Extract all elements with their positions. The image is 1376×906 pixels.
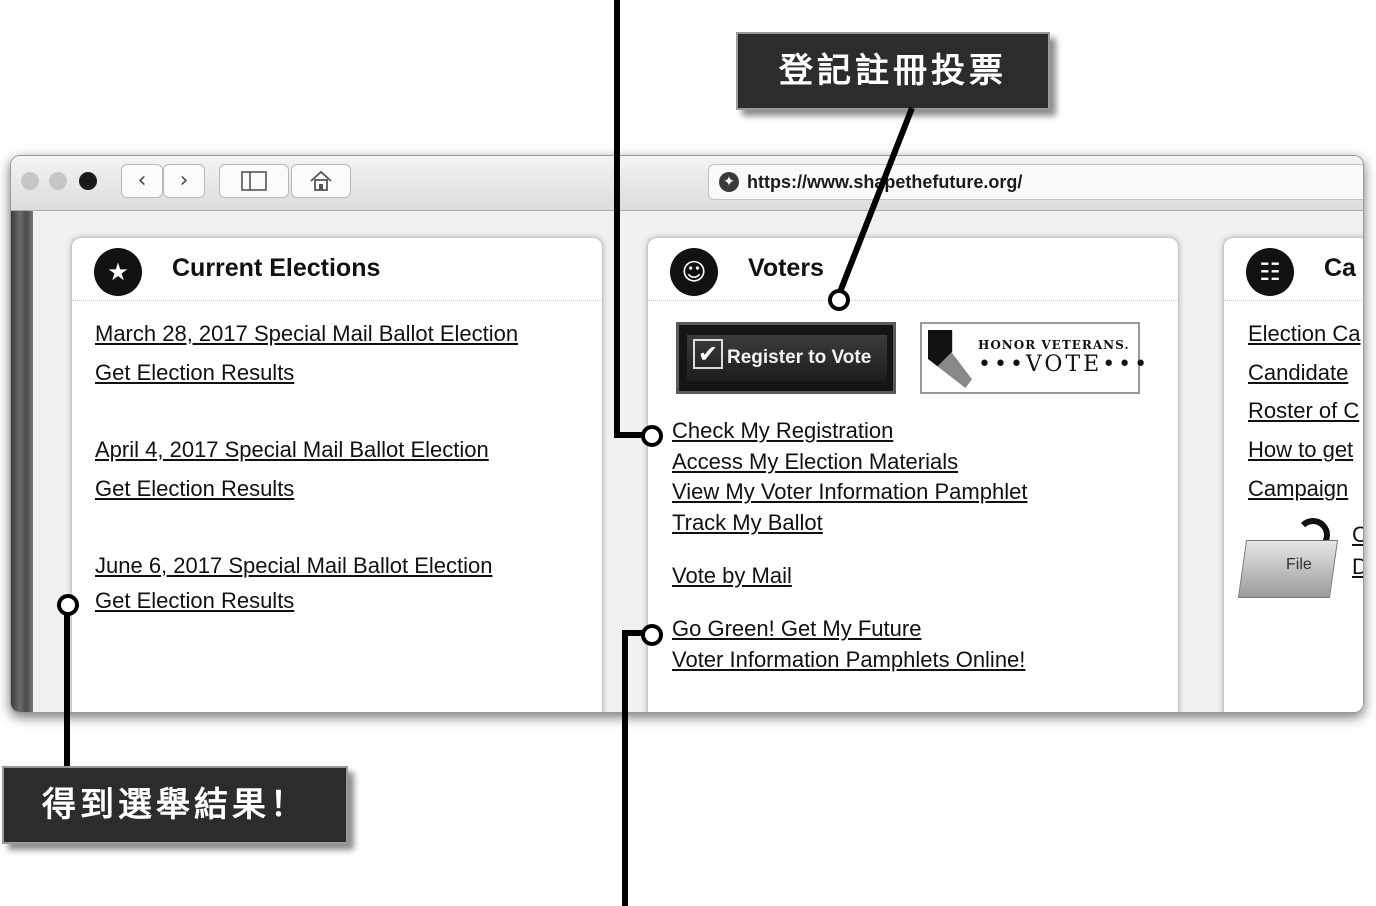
election-link-march[interactable]: March 28, 2017 Special Mail Ballot Elect… (95, 321, 518, 347)
election-materials-link[interactable]: Access My Election Materials (672, 449, 958, 475)
card-title: Ca (1324, 254, 1356, 282)
candidate-link-2[interactable]: Candidate (1248, 360, 1348, 386)
file-folder-icon[interactable]: File (1237, 518, 1339, 598)
flag-state-icon (928, 330, 972, 388)
election-link-june[interactable]: June 6, 2017 Special Mail Ballot Electio… (95, 553, 492, 579)
web-page: ★ Current Elections March 28, 2017 Speci… (11, 211, 1363, 712)
callout-pin (828, 289, 850, 311)
callout-pin (641, 624, 663, 646)
site-globe-icon: ✦ (719, 172, 739, 192)
connector-line (622, 630, 628, 906)
election-link-april[interactable]: April 4, 2017 Special Mail Ballot Electi… (95, 437, 489, 463)
candidate-link-4[interactable]: How to get (1248, 437, 1353, 463)
callout-pin (57, 594, 79, 616)
register-callout: 登記註冊投票 (736, 32, 1050, 110)
home-icon (310, 170, 332, 191)
track-ballot-link[interactable]: Track My Ballot (672, 510, 823, 536)
address-bar[interactable]: ✦ https://www.shapethefuture.org/ (708, 164, 1363, 200)
register-badge-label: Register to Vote (727, 347, 872, 368)
sidebar-icon (241, 171, 267, 191)
checkmark-icon: ✔ (693, 339, 723, 369)
home-button[interactable] (291, 164, 351, 198)
folder-side-link-1[interactable]: C (1352, 522, 1363, 548)
veterans-line-2: •••VOTE••• (978, 352, 1151, 377)
voters-icon: ☺ (670, 248, 718, 296)
pamphlets-online-link[interactable]: Voter Information Pamphlets Online! (672, 647, 1025, 673)
register-to-vote-badge[interactable]: ✔ Register to Vote (676, 322, 896, 394)
candidate-link-1[interactable]: Election Ca (1248, 321, 1361, 347)
background-photo-strip (11, 211, 33, 712)
voters-card: ☺ Voters ✔ Register to Vote HONOR VETERA… (647, 237, 1179, 712)
honor-veterans-vote-badge[interactable]: HONOR VETERANS. •••VOTE••• (920, 322, 1147, 394)
connector-line (64, 608, 70, 768)
close-window-button[interactable] (21, 172, 39, 190)
card-title: Current Elections (172, 254, 381, 282)
browser-window: ‹ › ✦ https://www.shapethefuture.org/ ★ (10, 155, 1364, 713)
minimize-window-button[interactable] (49, 172, 67, 190)
browser-toolbar: ‹ › ✦ https://www.shapethefuture.org/ (11, 156, 1363, 211)
veterans-line-1: HONOR VETERANS. (978, 338, 1130, 352)
chevron-right-icon: › (179, 168, 189, 193)
calendar-star-icon: ★ (94, 248, 142, 296)
vote-by-mail-link[interactable]: Vote by Mail (672, 563, 792, 589)
voter-pamphlet-link[interactable]: View My Voter Information Pamphlet (672, 479, 1027, 505)
results-link-april[interactable]: Get Election Results (95, 476, 294, 502)
check-registration-link[interactable]: Check My Registration (672, 418, 893, 444)
forward-button[interactable]: › (163, 164, 205, 198)
results-link-march[interactable]: Get Election Results (95, 360, 294, 386)
chevron-left-icon: ‹ (137, 168, 147, 193)
back-button[interactable]: ‹ (121, 164, 163, 198)
results-link-june[interactable]: Get Election Results (95, 588, 294, 614)
candidate-link-5[interactable]: Campaign (1248, 476, 1348, 502)
card-title: Voters (748, 254, 824, 282)
card-header: ★ Current Elections (72, 238, 602, 301)
card-header: ☷ Ca (1224, 238, 1363, 301)
folder-label: File (1286, 556, 1312, 573)
folder-side-link-2[interactable]: D (1352, 554, 1363, 580)
register-callout-pointer (837, 106, 915, 294)
current-elections-card: ★ Current Elections March 28, 2017 Speci… (71, 237, 603, 712)
candidates-card: ☷ Ca Election Ca Candidate Roster of C H… (1223, 237, 1363, 712)
go-green-link[interactable]: Go Green! Get My Future (672, 616, 921, 642)
sidebar-button[interactable] (219, 164, 289, 198)
results-callout: 得到選舉結果！ (2, 766, 348, 844)
connector-line (614, 0, 620, 438)
zoom-window-button[interactable] (79, 172, 97, 190)
candidates-icon: ☷ (1246, 248, 1294, 296)
callout-pin (641, 425, 663, 447)
candidate-link-3[interactable]: Roster of C (1248, 398, 1359, 424)
